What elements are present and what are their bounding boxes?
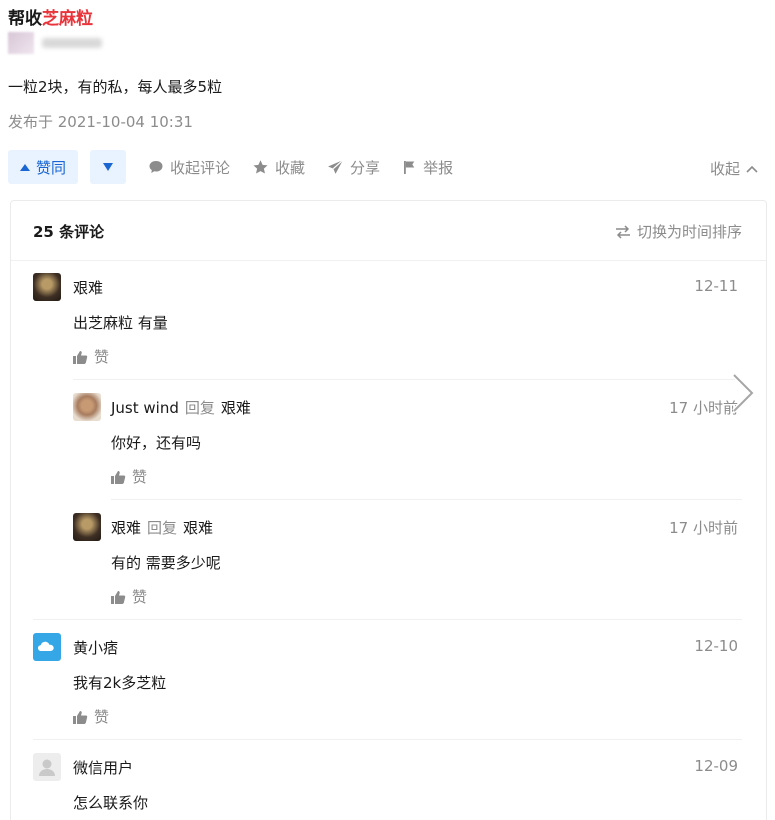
comment-author[interactable]: 艰难	[73, 277, 103, 298]
comment-time: 12-11	[694, 277, 738, 295]
divider	[33, 739, 742, 740]
reply-to-user[interactable]: 艰难	[221, 399, 251, 417]
like-label: 赞	[94, 348, 110, 366]
collapse-button[interactable]: 收起	[710, 158, 758, 179]
like-button[interactable]: 赞	[73, 706, 109, 727]
post-body: 一粒2块，有的私，每人最多5粒	[8, 78, 223, 96]
comment-text: 你好，还有吗	[111, 434, 202, 452]
reply-author[interactable]: 艰难	[111, 519, 141, 537]
like-label: 赞	[132, 468, 148, 486]
like-label: 赞	[132, 588, 148, 606]
comment-author[interactable]: 微信用户	[73, 757, 133, 778]
comments-panel: 25 条评论 切换为时间排序 艰难 12-11 出芝麻粒 有量 赞 Just w…	[10, 200, 767, 820]
like-button[interactable]: 赞	[111, 466, 147, 487]
divider	[73, 379, 742, 380]
swap-icon	[615, 224, 630, 239]
comment-text: 出芝麻粒 有量	[73, 314, 168, 332]
post-title-highlight: 芝麻粒	[42, 9, 93, 29]
collapse-comments-label: 收起评论	[170, 158, 231, 177]
reply-word: 回复	[147, 519, 178, 537]
downvote-button[interactable]	[90, 150, 127, 184]
comment-time: 12-10	[694, 637, 738, 655]
triangle-up-icon	[20, 163, 30, 171]
avatar[interactable]	[73, 393, 101, 421]
collapse-label: 收起	[709, 160, 740, 178]
comment-author[interactable]: Just wind 回复 艰难	[111, 397, 251, 418]
author-avatar[interactable]	[8, 32, 34, 54]
author-name-blurred	[42, 38, 102, 48]
comment-count: 25 条评论	[33, 223, 105, 241]
reply-word: 回复	[184, 399, 215, 417]
favorite-label: 收藏	[275, 158, 306, 177]
like-label: 赞	[94, 708, 110, 726]
post-time: 发布于 2021-10-04 10:31	[8, 113, 193, 131]
triangle-down-icon	[103, 163, 114, 171]
default-user-icon	[39, 759, 55, 776]
avatar[interactable]	[73, 513, 101, 541]
sort-toggle-button[interactable]: 切换为时间排序	[615, 221, 742, 242]
share-label: 分享	[350, 158, 381, 177]
author-row[interactable]	[8, 32, 102, 54]
thumbs-up-icon	[111, 470, 126, 484]
paper-plane-icon	[328, 159, 344, 174]
star-icon	[253, 159, 268, 174]
comment-text: 怎么联系你	[73, 794, 149, 812]
upvote-button[interactable]: 赞同	[8, 150, 79, 184]
avatar[interactable]	[33, 633, 61, 661]
flag-icon	[404, 161, 415, 174]
thumbs-up-icon	[111, 590, 126, 604]
comment-author[interactable]: 黄小痞	[73, 637, 118, 658]
divider	[111, 499, 742, 500]
post-title[interactable]: 帮收芝麻粒	[8, 4, 93, 29]
post-title-prefix: 帮收	[8, 9, 42, 29]
thumbs-up-icon	[73, 350, 88, 364]
comment-time: 17 小时前	[669, 519, 738, 537]
favorite-button[interactable]: 收藏	[252, 157, 305, 178]
comment-text: 我有2k多芝粒	[73, 674, 167, 692]
avatar[interactable]	[33, 273, 61, 301]
comment-time: 12-09	[694, 757, 738, 775]
chevron-right-icon[interactable]	[728, 372, 758, 414]
share-button[interactable]: 分享	[327, 157, 380, 178]
divider	[33, 619, 742, 620]
comment-text: 有的 需要多少呢	[111, 554, 221, 572]
reply-author[interactable]: Just wind	[111, 399, 179, 417]
report-label: 举报	[423, 158, 454, 177]
chevron-up-icon	[746, 165, 758, 173]
comment-bubble-icon	[149, 161, 163, 173]
like-button[interactable]: 赞	[73, 346, 109, 367]
report-button[interactable]: 举报	[402, 157, 453, 178]
cloud-avatar-icon	[38, 641, 54, 651]
sort-toggle-label: 切换为时间排序	[636, 223, 742, 241]
thumbs-up-icon	[73, 710, 88, 724]
collapse-comments-button[interactable]: 收起评论	[148, 157, 230, 178]
comments-header: 25 条评论 切换为时间排序	[11, 201, 766, 261]
like-button[interactable]: 赞	[111, 586, 147, 607]
upvote-label: 赞同	[36, 158, 67, 177]
reply-to-user[interactable]: 艰难	[183, 519, 213, 537]
action-bar: 赞同 收起评论 收藏 分享 举报 收起	[8, 150, 768, 184]
comment-author[interactable]: 艰难 回复 艰难	[111, 517, 213, 538]
avatar[interactable]	[33, 753, 61, 781]
